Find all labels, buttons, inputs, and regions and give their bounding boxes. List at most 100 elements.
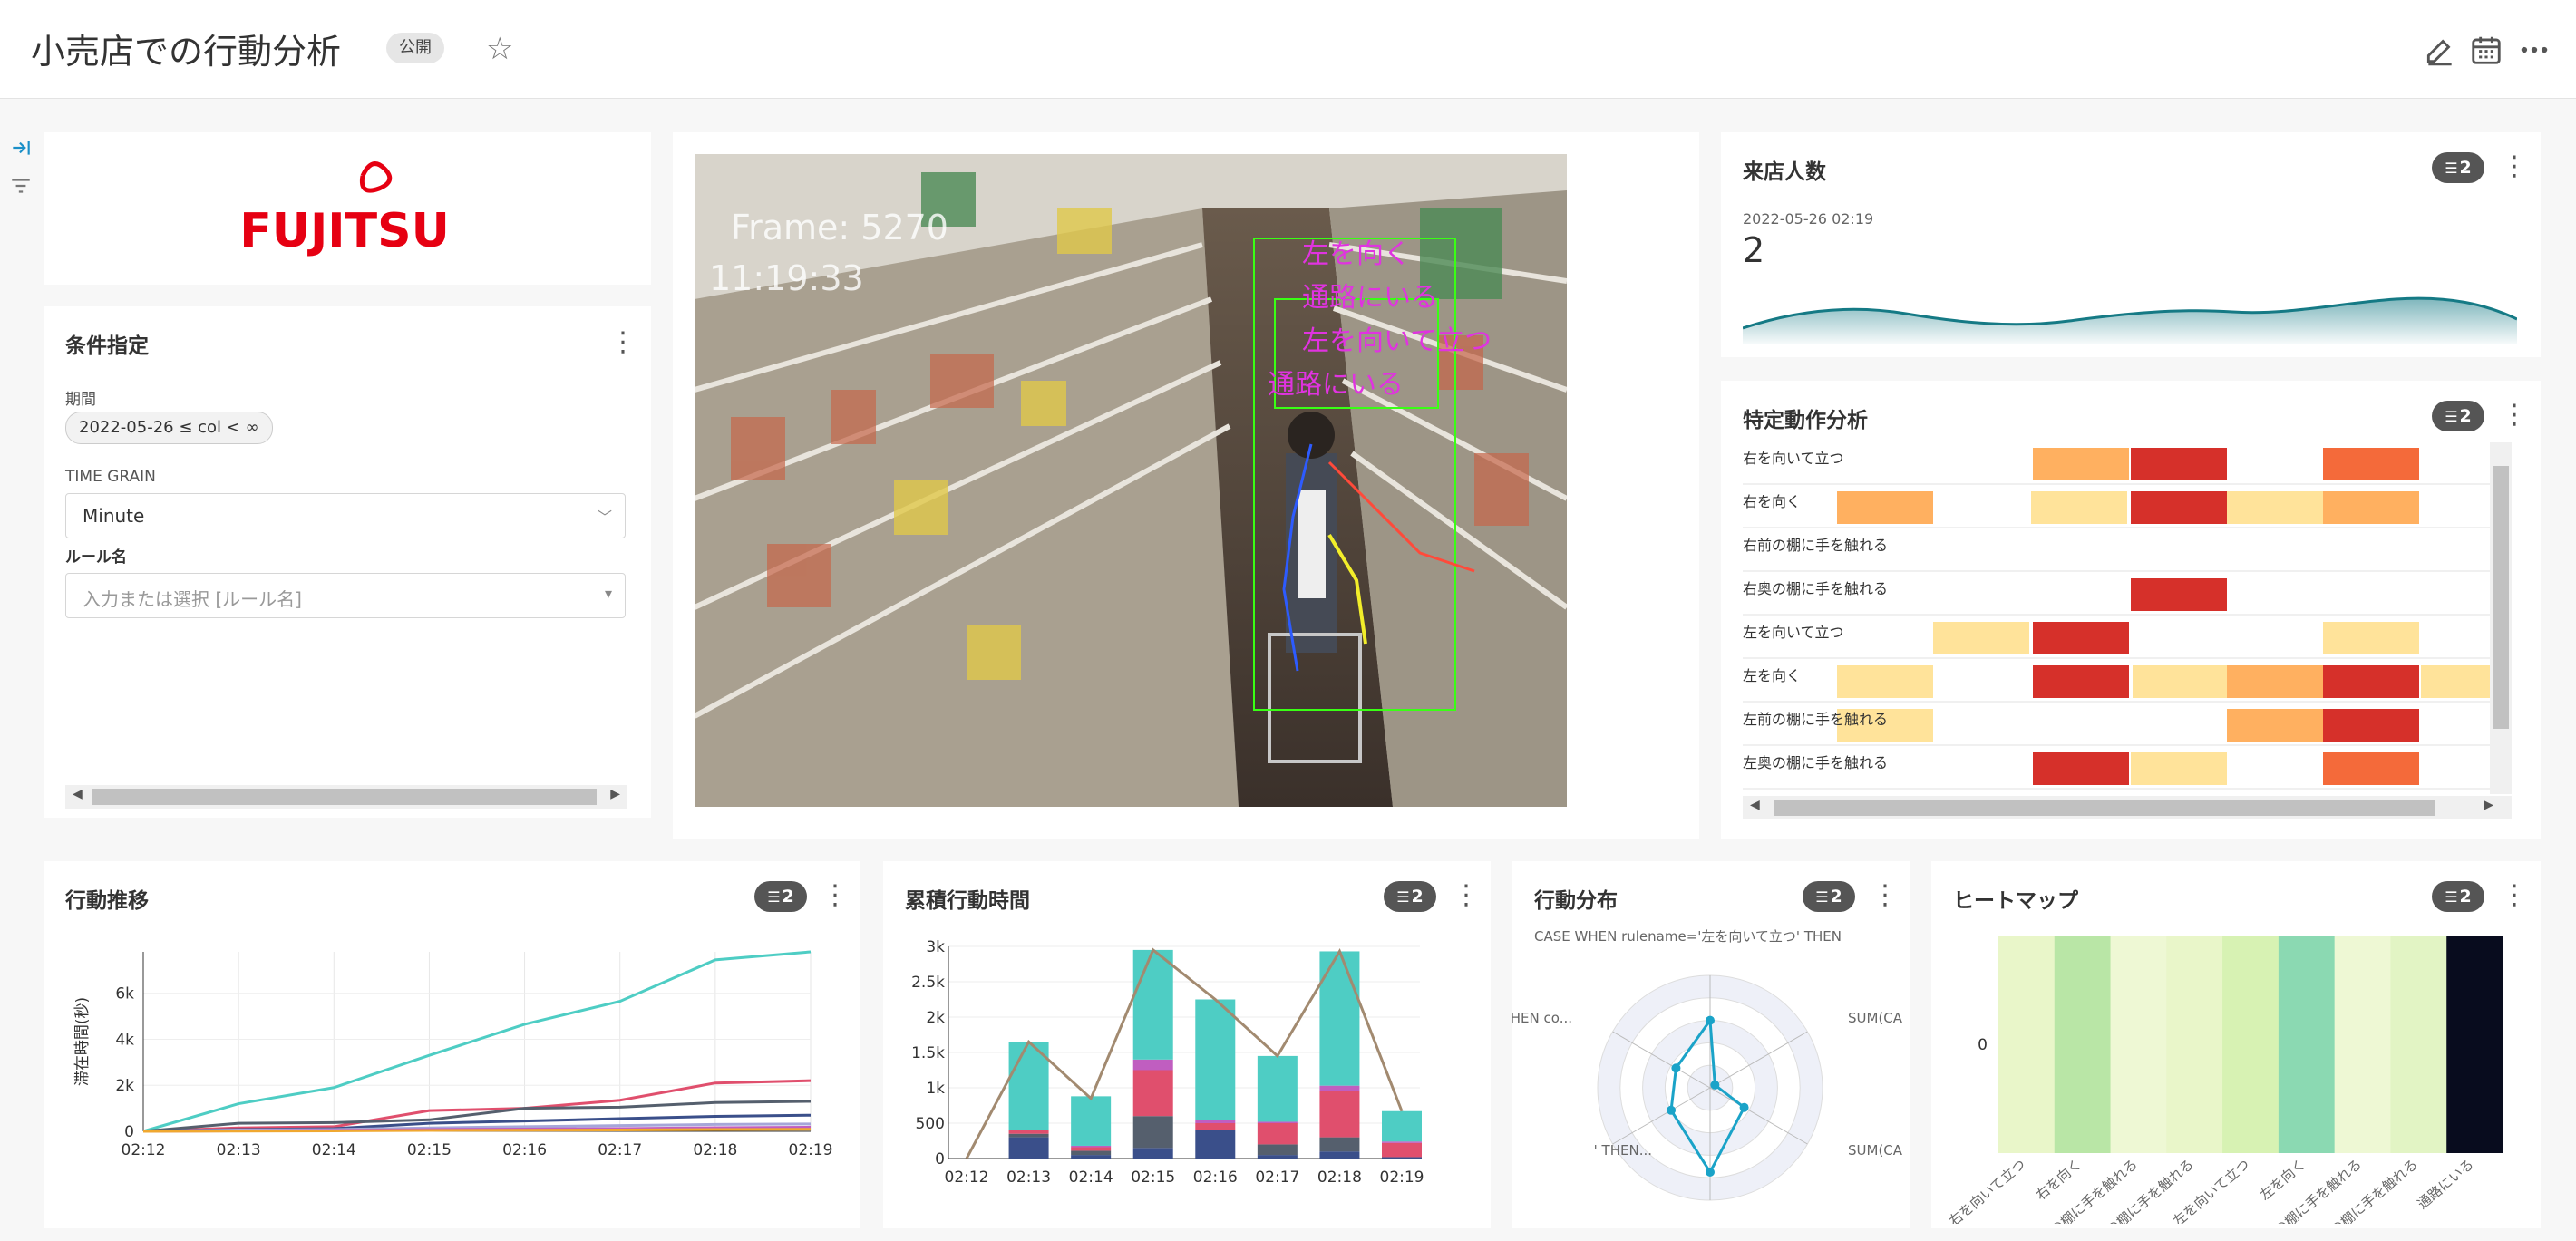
filter-panel-more-icon[interactable]: ⋮ <box>609 329 637 356</box>
action-row-label: 右前の棚に手を触れる <box>1743 537 1889 554</box>
bar-segment <box>1319 1151 1360 1159</box>
y-tick-label: 6k <box>115 985 134 1003</box>
radar-point <box>1706 1168 1715 1177</box>
time-grain-select[interactable]: Minute ﹀ <box>65 493 626 538</box>
y-axis-label: 滞在時間(秒) <box>73 997 92 1086</box>
cumulative-filter-badge[interactable]: ☰ 2 <box>1384 881 1436 912</box>
scrollbar-thumb[interactable] <box>92 789 597 805</box>
heat-cell <box>2222 936 2280 1153</box>
frame-time: 11:19:33 <box>709 258 864 298</box>
heat-cell <box>2278 936 2336 1153</box>
heat-cell <box>2033 665 2129 698</box>
scroll-left-icon[interactable]: ◀ <box>1750 798 1760 812</box>
action-heat-table <box>1743 448 2510 790</box>
distribution-filter-badge[interactable]: ☰ 2 <box>1803 881 1855 912</box>
more-icon[interactable] <box>2517 33 2552 67</box>
svg-text:FUJITSU: FUJITSU <box>239 204 450 258</box>
period-chip[interactable]: 2022-05-26 ≤ col < ∞ <box>65 412 273 444</box>
visitors-more-icon[interactable]: ⋮ <box>2501 153 2528 180</box>
radar-axis-label: CASE WHEN rulename='左を向いて立つ' THEN <box>1534 928 1842 945</box>
bar-segment <box>1382 1157 1422 1159</box>
heat-cell <box>2131 491 2227 524</box>
heat-cell <box>2390 936 2447 1153</box>
heat-cell <box>2334 936 2391 1153</box>
bar-segment <box>1132 949 1173 1060</box>
radar-axis-label: HEN co... <box>1512 1010 1572 1026</box>
action-analysis-title: 特定動作分析 <box>1743 409 1868 432</box>
x-tick-label: 02:19 <box>789 1141 833 1159</box>
scroll-right-icon[interactable]: ▶ <box>2484 798 2493 812</box>
cumulative-more-icon[interactable]: ⋮ <box>1453 882 1480 909</box>
bar-segment <box>1257 1144 1298 1156</box>
x-tick-label: 02:17 <box>1255 1168 1299 1187</box>
heat-cell <box>2323 448 2419 480</box>
x-tick-label: 右を向いて立つ <box>1946 1156 2029 1224</box>
bar-segment <box>1257 1121 1298 1123</box>
action-row-label: 左を向く <box>1743 667 1802 684</box>
action-more-icon[interactable]: ⋮ <box>2501 402 2528 429</box>
trend-more-icon[interactable]: ⋮ <box>821 882 849 909</box>
calendar-icon[interactable] <box>2469 33 2503 67</box>
bar-segment <box>1195 999 1236 1120</box>
heatmap-more-icon[interactable]: ⋮ <box>2501 882 2528 909</box>
filter-icon[interactable] <box>9 174 33 198</box>
filter-icon: ☰ <box>2445 408 2458 425</box>
heatmap-filter-badge[interactable]: ☰ 2 <box>2432 881 2484 912</box>
filter-count: 2 <box>2459 158 2472 178</box>
visitors-panel: 来店人数 ☰ 2 ⋮ 2022-05-26 02:19 2 <box>1721 132 2541 357</box>
filter-panel-scrollbar[interactable]: ◀ ▶ <box>65 785 627 809</box>
star-icon[interactable]: ☆ <box>486 31 513 67</box>
heat-cell <box>1837 665 1933 698</box>
overlay-tag: 左を向く <box>1302 238 1411 270</box>
store-camera-frame[interactable]: Frame: 5270 11:19:33 左を向く 通路にいる 左を向いて立つ … <box>695 154 1567 807</box>
radar-axis-label: SUM(CA <box>1848 1010 1903 1026</box>
visitors-sparkline <box>1743 296 2517 344</box>
heat-cell <box>2110 936 2167 1153</box>
rule-name-placeholder: 入力または選択 [ルール名] <box>83 588 302 610</box>
action-filter-badge[interactable]: ☰ 2 <box>2432 401 2484 431</box>
y-tick-label: 0 <box>1978 1036 1988 1054</box>
distribution-more-icon[interactable]: ⋮ <box>1871 882 1899 909</box>
radar-point <box>1671 1063 1681 1073</box>
action-vertical-scrollbar[interactable] <box>2490 442 2512 794</box>
trend-filter-badge[interactable]: ☰ 2 <box>754 881 807 912</box>
radar-point <box>1667 1105 1677 1115</box>
scroll-left-icon[interactable]: ◀ <box>73 787 83 801</box>
heat-cell <box>2033 622 2129 654</box>
scroll-right-icon[interactable]: ▶ <box>610 787 620 801</box>
scrollbar-thumb[interactable] <box>1774 800 2435 816</box>
heat-cell <box>2033 752 2129 785</box>
visitors-value: 2 <box>1743 230 1765 270</box>
action-row-label: 左奥の棚に手を触れる <box>1743 754 1889 771</box>
edit-icon[interactable] <box>2423 33 2457 67</box>
period-label: 期間 <box>65 391 96 409</box>
x-tick-label: 02:16 <box>1193 1168 1238 1187</box>
scrollbar-thumb[interactable] <box>2493 466 2509 729</box>
heatmap-panel: ヒートマップ ☰ 2 ⋮ 0 右を向いて立つ 右を向く 右前の棚に手を触れる 右奥の棚に手… <box>1931 861 2541 1228</box>
heat-cell <box>2131 578 2227 611</box>
expand-sidebar-icon[interactable] <box>9 136 33 160</box>
heat-cell <box>2131 448 2227 480</box>
x-tick-label: 02:16 <box>502 1141 547 1159</box>
x-tick-label: 通路にいる <box>2415 1156 2477 1212</box>
heat-cell <box>1837 491 1933 524</box>
radar-point <box>1706 1015 1715 1025</box>
action-row-label: 右奥の棚に手を触れる <box>1743 580 1889 597</box>
time-grain-label: TIME GRAIN <box>65 468 156 486</box>
filter-count: 2 <box>2459 887 2472 907</box>
heat-cell <box>2323 665 2419 698</box>
cumulative-bar-chart: 0 500 1k 1.5k 2k 2.5k 3k 02:12 02:13 02:14 02:15 02… <box>911 938 1424 1187</box>
action-horizontal-scrollbar[interactable]: ◀ ▶ <box>1743 796 2512 819</box>
bar-segment <box>1319 1091 1360 1138</box>
bar-segment <box>1195 1123 1236 1130</box>
radar-point <box>1739 1102 1749 1112</box>
rule-name-select[interactable]: 入力または選択 [ルール名] ▾ <box>65 573 626 618</box>
heat-cell <box>2031 491 2127 524</box>
x-tick-label: 02:15 <box>1131 1168 1175 1187</box>
frame-counter: Frame: 5270 <box>731 208 948 247</box>
distribution-radar-chart: CASE WHEN rulename='左を向いて立つ' THEN SUM(CA S… <box>1512 928 1903 1201</box>
filter-icon: ☰ <box>1815 888 1829 906</box>
x-tick-label: 02:13 <box>1006 1168 1051 1187</box>
overlay-tag: 左を向いて立つ <box>1302 325 1492 357</box>
visitors-filter-badge[interactable]: ☰ 2 <box>2432 152 2484 183</box>
